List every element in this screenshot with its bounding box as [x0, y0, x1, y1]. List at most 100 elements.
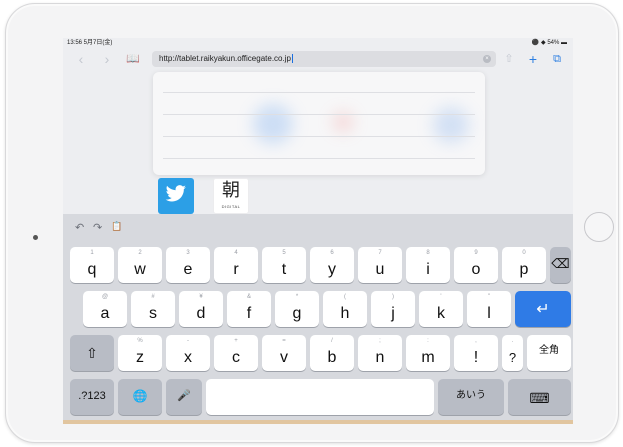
url-text: http://tablet.raikyakun.officegate.co.jp — [159, 54, 291, 63]
key-j[interactable]: ) j — [371, 291, 415, 327]
text-caret — [291, 54, 293, 64]
home-button[interactable] — [584, 212, 614, 242]
battery-percent: 54% — [547, 40, 560, 46]
shift-key[interactable]: ⇧ — [70, 335, 114, 371]
key-b[interactable]: / b — [310, 335, 354, 371]
key-l[interactable]: " l — [467, 291, 511, 327]
key-r[interactable]: 4r — [214, 247, 258, 283]
key-alt: 4 — [234, 250, 238, 256]
hide-keyboard-icon: ⌨ — [529, 390, 550, 406]
numbers-key[interactable]: .?123 — [70, 379, 114, 415]
blur-blob — [433, 107, 469, 143]
key-alt: / — [331, 338, 333, 344]
key-alt: 8 — [426, 250, 430, 256]
url-suggestions-panel — [153, 72, 485, 175]
key-q[interactable]: 1q — [70, 247, 114, 283]
key-z[interactable]: % z — [118, 335, 162, 371]
favorite-twitter[interactable] — [158, 178, 194, 214]
delete-icon: ⌫ — [551, 256, 570, 271]
key-label: o — [471, 261, 481, 278]
kana-key[interactable]: あいう — [438, 379, 504, 415]
back-icon[interactable]: ‹ — [73, 50, 89, 68]
forward-icon[interactable]: › — [99, 50, 115, 68]
key-label: e — [183, 261, 193, 278]
key-alt: ' — [440, 294, 442, 300]
key-label: x — [184, 349, 192, 366]
battery-indicator: ⚫ ◆ 54% ▬ — [531, 40, 567, 46]
key-a[interactable]: @ a — [83, 291, 127, 327]
delete-key[interactable]: ⌫ — [550, 247, 571, 283]
key-v[interactable]: = v — [262, 335, 306, 371]
key-question[interactable]: .? — [502, 335, 523, 371]
key-f[interactable]: & f — [227, 291, 271, 327]
key-c[interactable]: + c — [214, 335, 258, 371]
key-m[interactable]: :m — [406, 335, 450, 371]
key-alt: 3 — [186, 250, 190, 256]
screen: 13:56 5月7日(金) ⚫ ◆ 54% ▬ ‹ › 📖 http://tab… — [63, 38, 573, 420]
address-bar[interactable]: http://tablet.raikyakun.officegate.co.jp… — [152, 51, 496, 67]
zenkaku-label: 全角 — [539, 345, 559, 356]
key-label: h — [340, 305, 350, 322]
key-o[interactable]: 9o — [454, 247, 498, 283]
favorite-asahi-digital[interactable]: 朝 DIGITAL — [213, 178, 249, 214]
key-alt: & — [246, 294, 251, 300]
safari-toolbar: ‹ › 📖 http://tablet.raikyakun.officegate… — [63, 48, 573, 70]
twitter-bird-icon — [158, 185, 194, 208]
bookmarks-icon[interactable]: 📖 — [125, 50, 141, 68]
tabs-icon[interactable]: ⧉ — [549, 50, 565, 68]
key-exclamation[interactable]: ,! — [454, 335, 498, 371]
key-t[interactable]: 5t — [262, 247, 306, 283]
key-label: w — [134, 261, 146, 278]
key-alt: 5 — [282, 250, 286, 256]
key-alt: @ — [101, 294, 109, 300]
return-key[interactable]: ↵ — [515, 291, 571, 327]
url-field[interactable]: http://tablet.raikyakun.officegate.co.jp — [159, 51, 293, 67]
zenkaku-key[interactable]: 全角 — [527, 335, 571, 371]
key-label: r — [233, 261, 239, 278]
hide-keyboard-key[interactable]: ⌨ — [508, 379, 571, 415]
key-alt: ¥ — [199, 294, 203, 300]
key-s[interactable]: # s — [131, 291, 175, 327]
key-label: u — [375, 261, 385, 278]
key-y[interactable]: 6y — [310, 247, 354, 283]
share-icon[interactable]: ⇧ — [501, 50, 517, 68]
numbers-label: .?123 — [78, 390, 106, 402]
key-alt: # — [151, 294, 155, 300]
key-alt: * — [295, 294, 299, 300]
key-p[interactable]: 0p — [502, 247, 546, 283]
redo-icon[interactable]: ↷ — [93, 221, 102, 234]
key-u[interactable]: 7u — [358, 247, 402, 283]
key-i[interactable]: 8i — [406, 247, 450, 283]
add-tab-icon[interactable]: + — [525, 50, 541, 68]
key-x[interactable]: -x — [166, 335, 210, 371]
key-alt: . — [511, 338, 514, 344]
globe-key[interactable]: 🌐 — [118, 379, 162, 415]
key-h[interactable]: (h — [323, 291, 367, 327]
clear-url-icon[interactable]: × — [483, 55, 491, 63]
key-label: y — [328, 261, 336, 278]
key-e[interactable]: 3e — [166, 247, 210, 283]
key-k[interactable]: ' k — [419, 291, 463, 327]
blur-blob — [253, 104, 293, 144]
key-n[interactable]: ; n — [358, 335, 402, 371]
space-key[interactable] — [206, 379, 434, 415]
screen-bottom-edge — [63, 420, 573, 424]
key-label: f — [246, 305, 252, 322]
dictation-key[interactable]: 🎤 — [166, 379, 202, 415]
key-label: g — [292, 305, 302, 322]
key-label: n — [375, 349, 385, 366]
shift-icon: ⇧ — [86, 345, 98, 361]
blur-blob — [333, 112, 353, 132]
key-w[interactable]: 2w — [118, 247, 162, 283]
key-d[interactable]: ¥ d — [179, 291, 223, 327]
asahi-logo-subtitle: DIGITAL — [221, 204, 241, 209]
key-g[interactable]: * g — [275, 291, 319, 327]
key-label: v — [280, 349, 288, 366]
key-label: k — [437, 305, 445, 322]
paste-icon[interactable]: 📋 — [111, 221, 122, 232]
key-alt: ) — [392, 294, 394, 300]
suggestion-divider — [163, 114, 475, 115]
key-label: s — [149, 305, 157, 322]
key-alt: 9 — [474, 250, 478, 256]
undo-icon[interactable]: ↶ — [75, 221, 84, 234]
